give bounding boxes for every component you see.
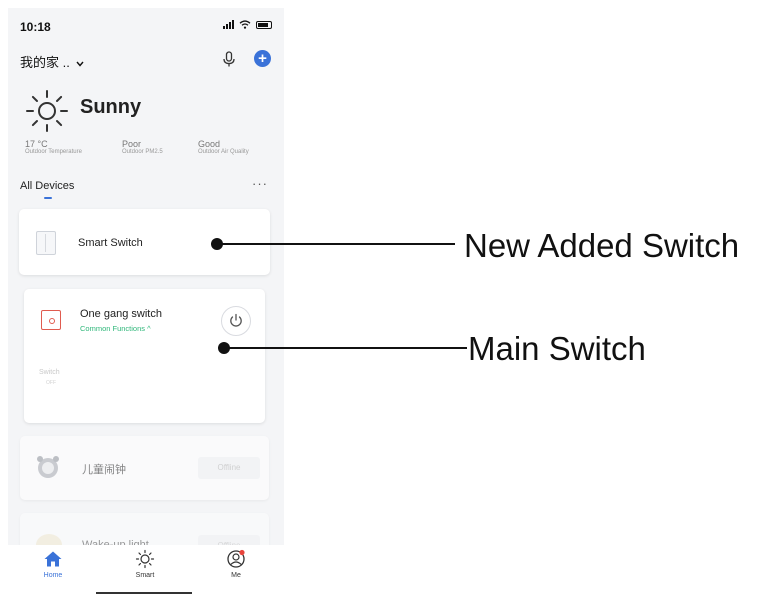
callout-dot-main: [218, 342, 230, 354]
callout-lines: [211, 238, 467, 354]
callout-main-switch: Main Switch: [468, 330, 646, 367]
callout-dot-new-added: [211, 238, 223, 250]
instruction-figure: 10:18 我的家 .. + Sunny 17 °C Outdoor Tempe…: [0, 0, 783, 597]
callout-new-added-switch: New Added Switch: [464, 227, 740, 264]
